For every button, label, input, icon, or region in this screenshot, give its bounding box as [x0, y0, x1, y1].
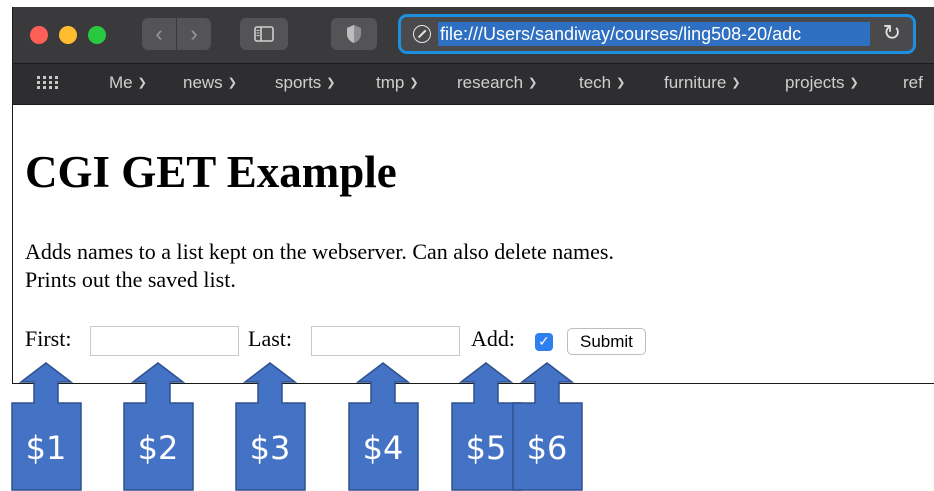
bookmark-news[interactable]: news ❯	[183, 73, 237, 93]
up-arrow-shape	[512, 362, 583, 491]
zoom-window-button[interactable]	[88, 26, 106, 44]
reload-icon[interactable]: ↻	[883, 21, 901, 45]
bookmarks-bar: Me ❯ news ❯ sports ❯ tmp ❯ research ❯ tech ❯ f…	[13, 63, 934, 105]
bookmark-tmp[interactable]: tmp ❯	[376, 73, 419, 93]
chevron-down-icon: ❯	[137, 77, 147, 89]
browser-toolbar: ‹ › file:///Users/sandiway/courses/ling5…	[13, 7, 934, 63]
page-description: Adds names to a list kept on the webserv…	[25, 238, 614, 294]
annotation-callout: $1	[11, 362, 99, 491]
minimize-window-button[interactable]	[59, 26, 77, 44]
chevron-down-icon: ❯	[227, 77, 237, 89]
first-label: First:	[25, 326, 72, 351]
chevron-down-icon: ❯	[849, 77, 859, 89]
chevron-down-icon: ❯	[528, 77, 538, 89]
sidebar-toggle-button[interactable]	[240, 18, 288, 50]
compass-icon	[413, 25, 431, 43]
last-label: Last:	[248, 326, 292, 351]
up-arrow-shape	[11, 362, 82, 491]
annotation-label: $5	[465, 429, 507, 467]
annotation-label: $3	[249, 429, 291, 467]
apps-grid-icon[interactable]	[37, 76, 59, 90]
bookmark-furniture[interactable]: furniture ❯	[664, 73, 741, 93]
bookmark-me[interactable]: Me ❯	[109, 73, 147, 93]
bookmark-ref[interactable]: ref	[903, 73, 923, 93]
bookmark-sports[interactable]: sports ❯	[275, 73, 336, 93]
up-arrow-shape	[123, 362, 194, 491]
chevron-down-icon: ❯	[409, 77, 419, 89]
annotation-label: $4	[362, 429, 404, 467]
annotation-label: $6	[526, 429, 568, 467]
bookmark-research[interactable]: research ❯	[457, 73, 537, 93]
annotation-label: $1	[25, 429, 67, 467]
annotation-label: $2	[137, 429, 179, 467]
chevron-down-icon: ❯	[616, 77, 626, 89]
bookmark-tech[interactable]: tech ❯	[579, 73, 625, 93]
submit-button[interactable]: Submit	[567, 328, 646, 355]
description-line: Adds names to a list kept on the webserv…	[25, 239, 614, 264]
annotation-callout: $6	[512, 362, 600, 491]
annotation-callout: $2	[123, 362, 211, 491]
annotation-callout: $3	[235, 362, 323, 491]
description-line: Prints out the saved list.	[25, 267, 236, 292]
annotation-callout: $4	[348, 362, 436, 491]
forward-button[interactable]: ›	[177, 18, 211, 50]
back-button[interactable]: ‹	[142, 18, 176, 50]
bookmark-projects[interactable]: projects ❯	[785, 73, 859, 93]
url-text[interactable]: file:///Users/sandiway/courses/ling508-2…	[438, 22, 870, 46]
chevron-right-icon: ›	[190, 21, 198, 46]
first-name-input[interactable]	[90, 326, 239, 356]
browser-window: ‹ › file:///Users/sandiway/courses/ling5…	[12, 7, 934, 384]
chevron-left-icon: ‹	[155, 21, 163, 46]
up-arrow-shape	[235, 362, 306, 491]
close-window-button[interactable]	[30, 26, 48, 44]
chevron-down-icon: ❯	[731, 77, 741, 89]
chevron-down-icon: ❯	[326, 77, 336, 89]
sidebar-icon	[254, 26, 274, 42]
page-content: CGI GET Example Adds names to a list kep…	[13, 105, 934, 383]
page-title: CGI GET Example	[25, 147, 397, 197]
last-name-input[interactable]	[311, 326, 460, 356]
shield-icon	[347, 25, 361, 43]
checkmark-icon: ✓	[538, 334, 550, 350]
add-checkbox[interactable]: ✓	[535, 333, 553, 351]
address-bar[interactable]: file:///Users/sandiway/courses/ling508-2…	[398, 14, 916, 54]
add-label: Add:	[471, 326, 515, 351]
privacy-report-button[interactable]	[331, 18, 377, 50]
up-arrow-shape	[348, 362, 419, 491]
